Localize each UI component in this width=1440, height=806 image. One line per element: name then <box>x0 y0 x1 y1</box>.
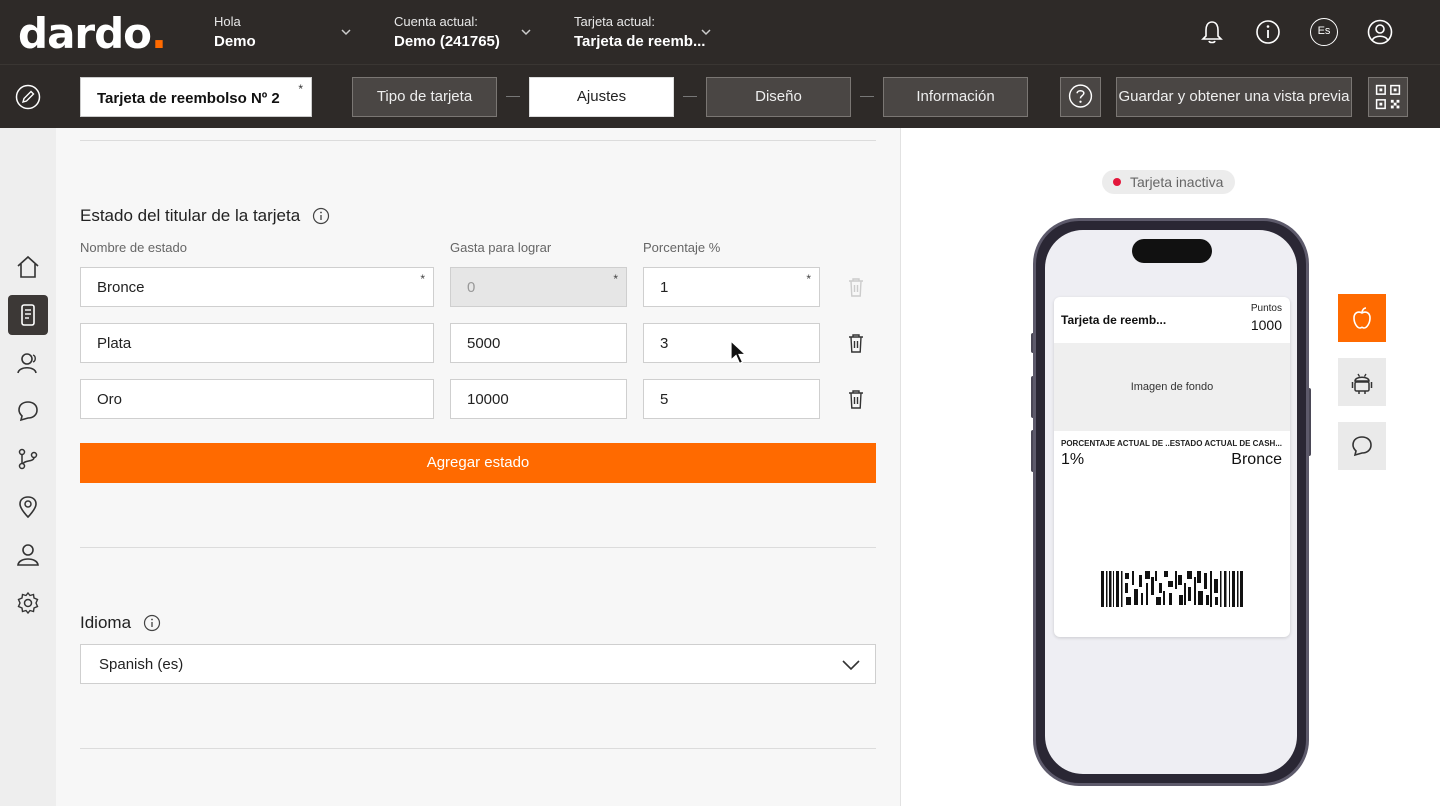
language-badge[interactable]: Es <box>1310 18 1338 46</box>
spend-input: 0 * <box>450 267 627 307</box>
qr-button[interactable] <box>1368 77 1408 117</box>
trash-icon[interactable] <box>844 331 868 355</box>
language-select[interactable]: Spanish (es) <box>80 644 876 684</box>
phone-mockup: Tarjeta de reemb... Puntos 1000 Imagen d… <box>1033 218 1309 786</box>
step-information[interactable]: Información <box>883 77 1028 117</box>
step-separator <box>506 96 520 97</box>
col-spend: Gasta para lograr <box>450 240 552 255</box>
account-selector[interactable]: Cuenta actual: Demo (241765) <box>394 14 500 50</box>
help-button[interactable] <box>1060 77 1101 117</box>
trash-icon <box>849 278 863 297</box>
percent-input[interactable]: 1 * <box>643 267 820 307</box>
sidebar-item-locations[interactable] <box>8 487 48 527</box>
sidebar-item-home[interactable] <box>8 247 48 287</box>
android-icon <box>1351 373 1373 394</box>
barcode <box>1101 571 1243 607</box>
points-label: Puntos <box>1250 303 1282 314</box>
phone-screen: Tarjeta de reemb... Puntos 1000 Imagen d… <box>1045 230 1297 774</box>
step-separator <box>860 96 874 97</box>
step-design[interactable]: Diseño <box>706 77 851 117</box>
customers-icon <box>17 353 37 374</box>
info-icon[interactable] <box>143 614 161 632</box>
location-icon <box>19 496 37 519</box>
field-percent-label: PORCENTAJE ACTUAL DE ... <box>1061 439 1172 448</box>
settings-form: Estado del titular de la tarjeta Nombre … <box>56 128 900 806</box>
message-preview-button[interactable] <box>1338 422 1386 470</box>
profile-icon <box>17 544 39 566</box>
home-icon <box>17 255 39 278</box>
card-selector[interactable]: Tarjeta actual: Tarjeta de reemb... <box>574 14 705 50</box>
col-percent: Porcentaje % <box>643 240 721 255</box>
field-status-label: ESTADO ACTUAL DE CASH... <box>1169 439 1282 448</box>
wallet-card-title: Tarjeta de reemb... <box>1061 313 1167 327</box>
info-icon[interactable] <box>312 207 330 225</box>
qr-code-icon <box>1375 84 1401 110</box>
sidebar-item-automation[interactable] <box>8 439 48 479</box>
card-preview-panel: Tarjeta inactiva Tarjeta de reemb... Pun… <box>900 128 1440 806</box>
step-card-type[interactable]: Tipo de tarjeta <box>352 77 497 117</box>
save-preview-button[interactable]: Guardar y obtener una vista previa <box>1116 77 1352 117</box>
card-name-input[interactable]: Tarjeta de reembolso Nº 2 * <box>80 77 312 117</box>
mouse-cursor <box>730 340 748 365</box>
holder-status-heading: Estado del titular de la tarjeta <box>80 206 330 226</box>
user-circle-icon[interactable] <box>1366 18 1394 46</box>
spend-input[interactable]: 5000 <box>450 323 627 363</box>
sidebar-item-messages[interactable] <box>8 391 48 431</box>
status-name-input[interactable]: Plata <box>80 323 434 363</box>
sidebar-item-profile[interactable] <box>8 535 48 575</box>
chevron-down-icon[interactable] <box>700 26 712 38</box>
language-heading: Idioma <box>80 613 161 633</box>
section-divider <box>80 748 876 749</box>
ios-preview-button[interactable] <box>1338 294 1386 342</box>
points-value: 1000 <box>1250 317 1282 333</box>
field-status-value: Bronce <box>1231 451 1282 468</box>
trash-icon[interactable] <box>844 387 868 411</box>
field-percent-value: 1% <box>1061 451 1085 468</box>
greeting-name: Demo <box>214 33 256 50</box>
status-name-input[interactable]: Oro <box>80 379 434 419</box>
chevron-down-icon[interactable] <box>520 26 532 38</box>
top-header: dardo. Hola Demo Cuenta actual: Demo (24… <box>0 0 1440 64</box>
editor-toolbar: Tarjeta de reembolso Nº 2 * Tipo de tarj… <box>0 64 1440 128</box>
step-separator <box>683 96 697 97</box>
background-image-placeholder: Imagen de fondo <box>1054 343 1290 431</box>
greeting-menu[interactable]: Hola Demo <box>214 14 256 50</box>
info-icon[interactable] <box>1254 18 1282 46</box>
flow-icon <box>18 448 38 470</box>
left-sidebar <box>0 128 56 806</box>
pencil-icon[interactable] <box>14 83 42 111</box>
chevron-down-icon[interactable] <box>340 26 352 38</box>
status-dot <box>1113 178 1121 186</box>
chat-icon <box>18 401 38 422</box>
sidebar-item-settings[interactable] <box>8 583 48 623</box>
card-label: Tarjeta actual: <box>574 14 655 29</box>
android-preview-button[interactable] <box>1338 358 1386 406</box>
message-icon <box>1352 436 1372 457</box>
gear-icon <box>17 591 39 615</box>
percent-input[interactable]: 5 <box>643 379 820 419</box>
sidebar-item-cards[interactable] <box>8 295 48 335</box>
chevron-down-icon <box>842 660 860 671</box>
wallet-card: Tarjeta de reemb... Puntos 1000 Imagen d… <box>1054 297 1290 637</box>
card-device-icon <box>21 304 35 326</box>
dardo-logo[interactable]: dardo. <box>18 12 167 56</box>
step-settings[interactable]: Ajustes <box>529 77 674 117</box>
apple-icon <box>1353 307 1371 329</box>
add-status-button[interactable]: Agregar estado <box>80 443 876 483</box>
help-icon <box>1068 84 1093 108</box>
sidebar-item-customers[interactable] <box>8 343 48 383</box>
bell-icon[interactable] <box>1198 18 1226 46</box>
account-value: Demo (241765) <box>394 33 500 50</box>
account-label: Cuenta actual: <box>394 14 478 29</box>
greeting-label: Hola <box>214 14 241 29</box>
section-divider <box>80 547 876 548</box>
status-badge: Tarjeta inactiva <box>1102 170 1236 194</box>
dynamic-island <box>1132 239 1212 263</box>
status-name-input[interactable]: Bronce * <box>80 267 434 307</box>
spend-input[interactable]: 10000 <box>450 379 627 419</box>
section-divider <box>80 140 876 141</box>
card-value: Tarjeta de reemb... <box>574 33 706 50</box>
col-status-name: Nombre de estado <box>80 240 187 255</box>
